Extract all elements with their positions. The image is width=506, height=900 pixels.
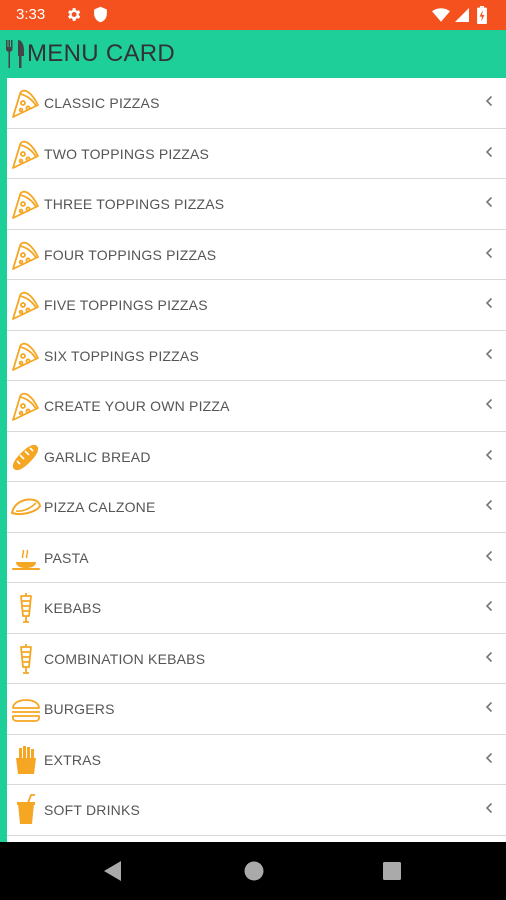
menu-item-label: THREE TOPPINGS PIZZAS — [44, 196, 225, 212]
chevron-left-icon — [485, 297, 493, 309]
menu-item-classic-pizzas[interactable]: CLASSIC PIZZAS — [7, 78, 506, 129]
kebab-icon — [20, 643, 32, 674]
menu-item-combination-kebabs[interactable]: COMBINATION KEBABS — [7, 634, 506, 684]
fries-icon — [16, 745, 36, 774]
menu-item-two-toppings-pizzas[interactable]: TWO TOPPINGS PIZZAS — [7, 129, 506, 179]
navigation-bar — [0, 842, 506, 900]
shield-icon — [94, 6, 107, 23]
pizza-slice-icon — [12, 392, 39, 421]
battery-icon — [477, 6, 487, 24]
chevron-left-icon — [485, 499, 493, 511]
home-icon[interactable] — [244, 861, 264, 881]
chevron-left-icon — [485, 550, 493, 561]
status-bar: 3:33 — [0, 0, 506, 30]
menu-item-label: SOFT DRINKS — [44, 802, 141, 818]
wifi-icon — [432, 8, 450, 22]
pizza-slice-icon — [12, 89, 39, 118]
menu-item-label: TWO TOPPINGS PIZZAS — [44, 145, 210, 162]
chevron-left-icon — [485, 701, 493, 713]
menu-item-extras[interactable]: EXTRAS — [7, 735, 506, 785]
menu-item-label: PASTA — [44, 549, 89, 566]
kebab-icon — [20, 593, 32, 623]
menu-item-soft-drinks[interactable]: SOFT DRINKS — [7, 785, 506, 836]
bread-icon — [12, 444, 39, 470]
chevron-left-icon — [485, 196, 493, 208]
menu-item-create-your-own-pizza[interactable]: CREATE YOUR OWN PIZZA — [7, 381, 506, 432]
chevron-left-icon — [485, 95, 493, 107]
chevron-left-icon — [485, 651, 493, 662]
burger-icon — [12, 699, 40, 722]
calzone-icon — [10, 498, 42, 516]
settings-gear-icon — [68, 8, 81, 21]
pasta-dish-icon — [12, 549, 40, 570]
menu-item-garlic-bread[interactable]: GARLIC BREAD — [7, 432, 506, 482]
menu-item-label: CLASSIC PIZZAS — [44, 95, 160, 111]
chevron-left-icon — [485, 348, 493, 359]
content-area: CLASSIC PIZZAS TWO TOPPINGS PIZZAS THREE… — [0, 78, 506, 842]
soft-drink-icon — [17, 794, 35, 824]
chevron-left-icon — [485, 247, 493, 258]
menu-item-label: SIX TOPPINGS PIZZAS — [44, 347, 199, 364]
menu-item-three-toppings-pizzas[interactable]: THREE TOPPINGS PIZZAS — [7, 179, 506, 230]
menu-item-label: COMBINATION KEBABS — [44, 650, 206, 667]
menu-item-burgers[interactable]: BURGERS — [7, 684, 506, 735]
chevron-left-icon — [485, 752, 493, 763]
back-icon[interactable] — [103, 860, 123, 882]
menu-item-label: BURGERS — [44, 701, 115, 717]
chevron-left-icon — [485, 449, 493, 460]
fork-knife-icon — [6, 40, 24, 68]
menu-item-pizza-calzone[interactable]: PIZZA CALZONE — [7, 482, 506, 533]
cell-signal-icon — [455, 8, 469, 22]
chevron-left-icon — [485, 146, 493, 157]
chevron-left-icon — [485, 600, 493, 612]
pizza-slice-icon — [12, 291, 39, 320]
menu-item-label: FOUR TOPPINGS PIZZAS — [44, 246, 217, 263]
page-title: MENU CARD — [27, 40, 176, 67]
chevron-left-icon — [485, 802, 493, 814]
menu-item-kebabs[interactable]: KEBABS — [7, 583, 506, 634]
menu-item-four-toppings-pizzas[interactable]: FOUR TOPPINGS PIZZAS — [7, 230, 506, 280]
menu-item-label: GARLIC BREAD — [44, 448, 151, 465]
menu-item-label: CREATE YOUR OWN PIZZA — [44, 398, 230, 414]
menu-item-label: KEBABS — [44, 600, 102, 616]
menu-item-label: EXTRAS — [44, 751, 102, 768]
menu-item-label: PIZZA CALZONE — [44, 499, 156, 515]
chevron-left-icon — [485, 398, 493, 410]
recents-icon[interactable] — [383, 862, 401, 880]
pizza-slice-icon — [12, 342, 39, 371]
menu-list[interactable]: CLASSIC PIZZAS TWO TOPPINGS PIZZAS THREE… — [7, 78, 506, 842]
app-bar: MENU CARD — [0, 30, 506, 78]
menu-item-label: FIVE TOPPINGS PIZZAS — [44, 297, 208, 313]
menu-item-five-toppings-pizzas[interactable]: FIVE TOPPINGS PIZZAS — [7, 280, 506, 331]
pizza-slice-icon — [12, 190, 39, 219]
menu-item-six-toppings-pizzas[interactable]: SIX TOPPINGS PIZZAS — [7, 331, 506, 381]
pizza-slice-icon — [12, 241, 39, 270]
status-time: 3:33 — [16, 6, 46, 23]
menu-item-pasta[interactable]: PASTA — [7, 533, 506, 583]
pizza-slice-icon — [12, 140, 39, 169]
